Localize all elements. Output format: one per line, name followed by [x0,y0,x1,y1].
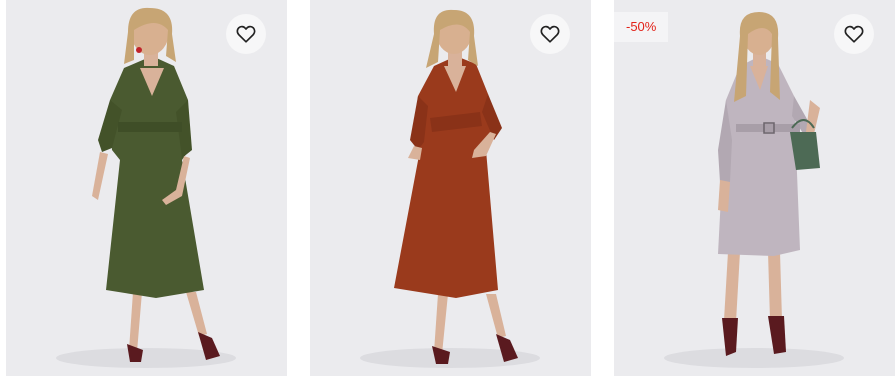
heart-outline-icon [540,25,560,43]
favorite-button[interactable] [834,14,874,54]
product-image[interactable] [614,0,895,376]
heart-outline-icon [844,25,864,43]
product-image[interactable] [6,0,287,376]
product-card[interactable]: -50% [614,0,895,376]
favorite-button[interactable] [530,14,570,54]
product-card[interactable] [6,0,287,376]
favorite-button[interactable] [226,14,266,54]
heart-outline-icon [236,25,256,43]
discount-badge: -50% [614,12,669,42]
product-image[interactable] [310,0,591,376]
product-card[interactable] [310,0,591,376]
